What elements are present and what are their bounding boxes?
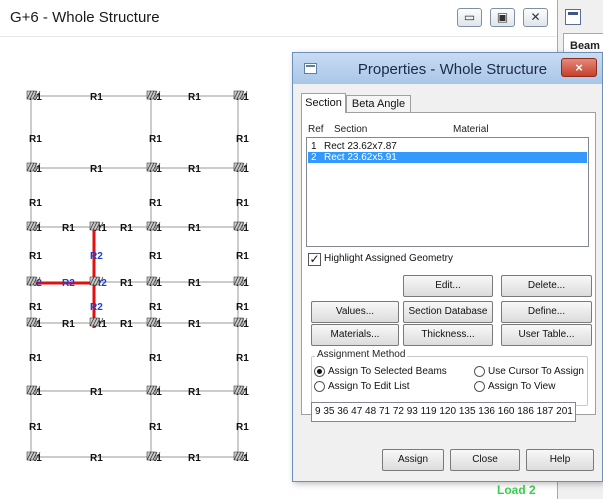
window-title: G+6 - Whole Structure [10,9,160,26]
member-label: R2 [90,302,103,313]
tab-section[interactable]: Section [301,93,346,113]
list-item-selected[interactable]: 2 Rect 23.62x5.91 [308,152,587,163]
member-label: R1 [236,134,249,145]
radio-use-cursor[interactable] [474,366,485,377]
member-label: R1 [236,198,249,209]
member-label: R1 [236,302,249,313]
member-label: R1 [120,278,133,289]
materials-button[interactable]: Materials... [311,324,399,346]
delete-button[interactable]: Delete... [501,275,592,297]
member-label: R1 [29,422,42,433]
member-label: R1 [29,134,42,145]
member-label: R1 [149,134,162,145]
member-label: R1 [149,198,162,209]
values-button[interactable]: Values... [311,301,399,323]
main-window-titlebar: G+6 - Whole Structure ▭ ▣ ✕ [0,0,556,37]
member-label: R1 [120,319,133,330]
dialog-titlebar[interactable]: Properties - Whole Structure × [293,53,602,84]
member-label: R1 [149,302,162,313]
member-label: R1 [188,164,201,175]
member-label: R1 [188,453,201,464]
restore-button[interactable]: ▣ [490,8,515,27]
highlight-geometry-checkbox[interactable]: ✓ [308,253,321,266]
member-label: R2 [62,278,75,289]
member-label: R1 [188,387,201,398]
dialog-footer: Assign Close Help [293,423,602,481]
define-button[interactable]: Define... [501,301,592,323]
structure-view[interactable]: R1 R1 R1 R1 R1 R1 R1 R1 R1 R1 R1 R1 R1 R1 R1 R1 R1 R1 R1 R1… [0,38,296,499]
minimize-button[interactable]: ▭ [457,8,482,27]
user-table-button[interactable]: User Table... [501,324,592,346]
highlight-geometry-label: Highlight Assigned Geometry [324,253,453,264]
structure-grid[interactable]: R1 R1 R1 R1 R1 R1 R1 R1 R1 R1 R1 R1 R1 R1 R1 R1 R1 R1 R1 R1… [0,38,296,499]
tab-beta-angle[interactable]: Beta Angle [346,95,411,113]
member-label: R1 [90,387,103,398]
radio-assign-view[interactable] [474,381,485,392]
section-database-button[interactable]: Section Database [403,301,493,323]
member-label: R1 [120,223,133,234]
list-item[interactable]: 1 Rect 23.62x7.87 [308,141,587,152]
radio-label-assign-view: Assign To View [488,381,556,392]
member-label: R1 [90,453,103,464]
radio-label-assign-selected-beams: Assign To Selected Beams [328,366,447,377]
member-label: R1 [236,251,249,262]
radio-assign-edit-list[interactable] [314,381,325,392]
member-label: R1 [62,223,75,234]
member-label: R1 [188,223,201,234]
properties-dialog: Properties - Whole Structure × Section B… [292,52,603,482]
member-label: R1 [29,198,42,209]
member-label: R1 [90,92,103,103]
member-label: R1 [29,353,42,364]
help-button[interactable]: Help [526,449,594,471]
close-dialog-button[interactable]: Close [450,449,520,471]
member-label: R1 [90,164,103,175]
member-label: R1 [149,422,162,433]
radio-label-use-cursor: Use Cursor To Assign [488,366,584,377]
member-label: R1 [29,251,42,262]
member-label: R1 [236,353,249,364]
edit-list-field[interactable]: 9 35 36 47 48 71 72 93 119 120 135 136 1… [311,402,576,422]
page-control-icon[interactable] [565,9,581,25]
member-label: R2 [90,251,103,262]
column-header-material: Material [453,124,489,135]
column-header-section: Section [334,124,368,135]
member-label: R1 [188,92,201,103]
member-label: R1 [62,319,75,330]
radio-assign-selected-beams[interactable] [314,366,325,377]
column-header-ref: Ref [308,124,324,135]
load-status-label: Load 2 [497,483,536,497]
dialog-title: Properties - Whole Structure [357,61,548,78]
section-list[interactable]: 1 Rect 23.62x7.87 2 Rect 23.62x5.91 [306,137,589,247]
member-label: R1 [188,278,201,289]
close-button[interactable]: ✕ [523,8,548,27]
member-label: R1 [188,319,201,330]
member-label: R1 [149,251,162,262]
assign-button[interactable]: Assign [382,449,444,471]
edit-button[interactable]: Edit... [403,275,493,297]
member-label: R1 [149,353,162,364]
assignment-method-legend: Assignment Method [315,349,408,360]
dialog-close-button[interactable]: × [561,58,597,77]
member-label: R1 [29,302,42,313]
thickness-button[interactable]: Thickness... [403,324,493,346]
radio-label-assign-edit-list: Assign To Edit List [328,381,410,392]
member-label: R1 [236,422,249,433]
